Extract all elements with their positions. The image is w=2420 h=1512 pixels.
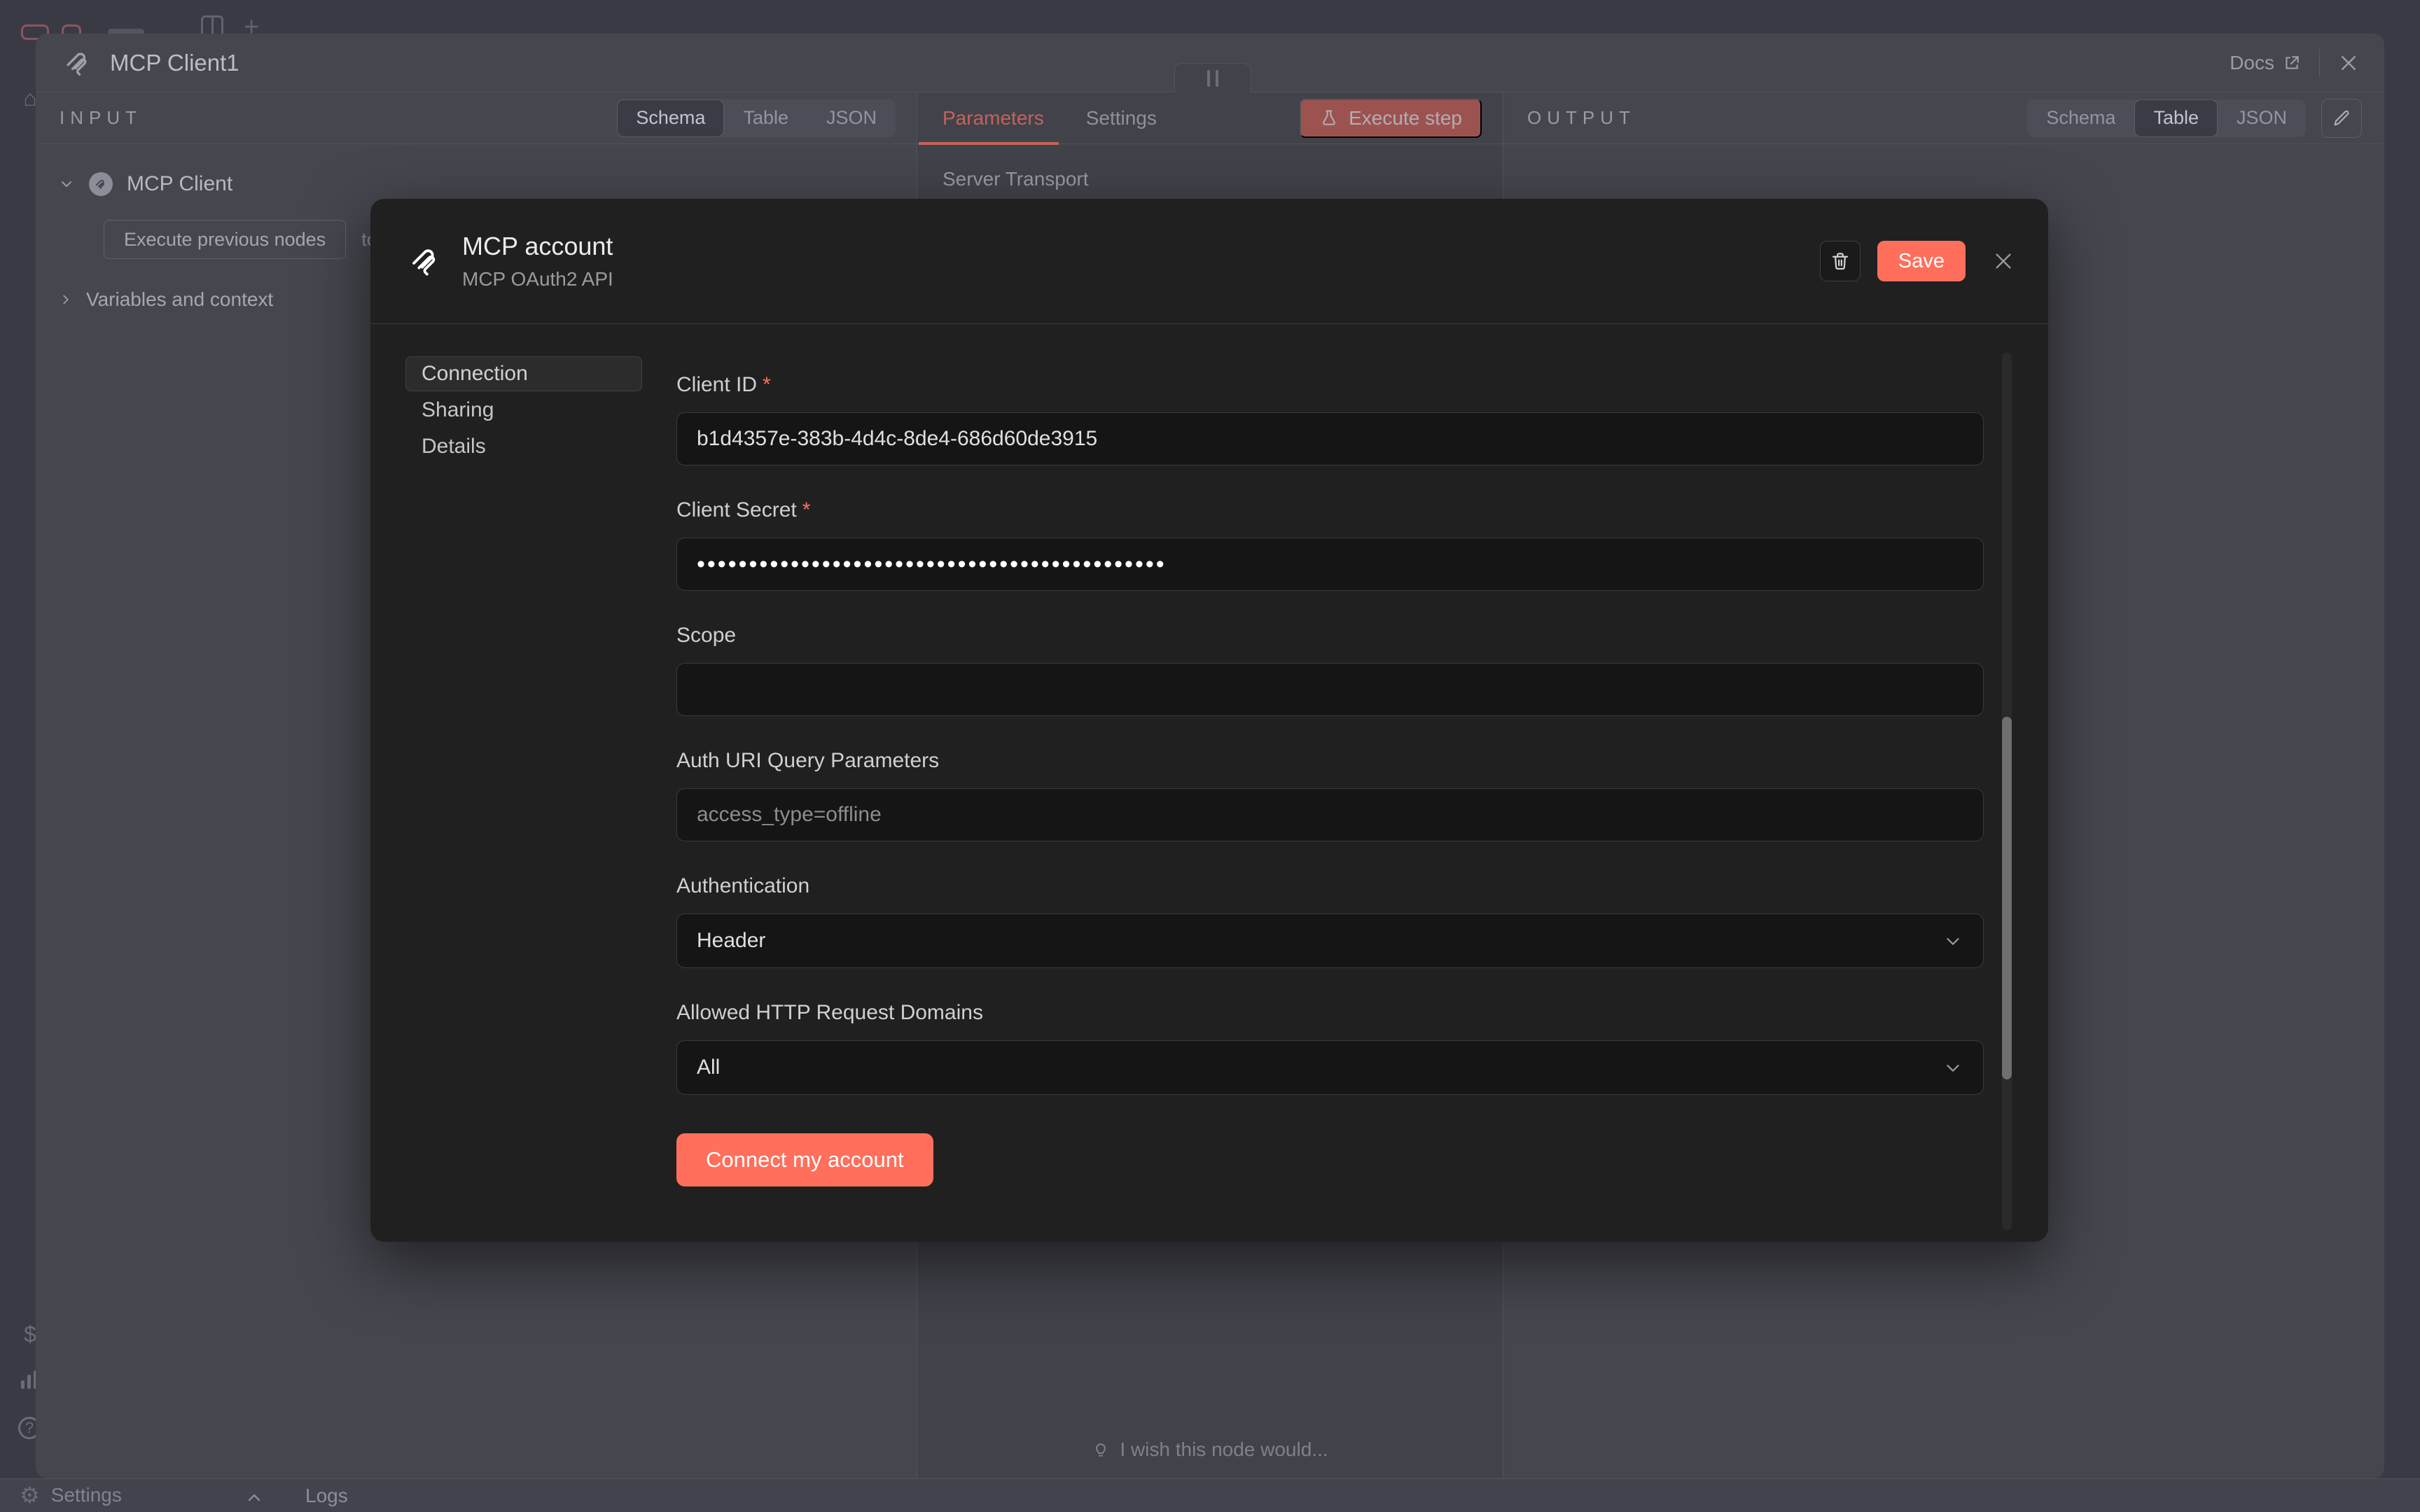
divider bbox=[2319, 49, 2320, 77]
client-id-label: Client ID* bbox=[676, 373, 1984, 397]
nav-item-connection[interactable]: Connection bbox=[405, 356, 642, 391]
output-panel-label: OUTPUT bbox=[1527, 107, 1636, 129]
required-asterisk: * bbox=[802, 498, 811, 522]
execute-step-button[interactable]: Execute step bbox=[1300, 99, 1482, 138]
modal-scrollbar-track[interactable] bbox=[2002, 353, 2012, 1231]
chevron-down-icon[interactable] bbox=[58, 176, 75, 192]
trash-icon bbox=[1830, 251, 1851, 272]
sidebar-item-settings[interactable]: ⚙ Settings bbox=[20, 1482, 122, 1508]
input-panel-label: INPUT bbox=[60, 107, 142, 129]
nav-item-details[interactable]: Details bbox=[405, 429, 642, 464]
docs-link[interactable]: Docs bbox=[2230, 52, 2301, 74]
scope-label: Scope bbox=[676, 624, 1984, 648]
pencil-icon bbox=[2332, 108, 2351, 128]
tab-input-table[interactable]: Table bbox=[724, 99, 807, 137]
input-node-row[interactable]: MCP Client bbox=[58, 172, 917, 196]
variables-label: Variables and context bbox=[86, 288, 273, 311]
wish-text: I wish this node would... bbox=[1120, 1438, 1328, 1461]
client-id-input[interactable] bbox=[676, 412, 1984, 465]
allowed-domains-value: All bbox=[697, 1056, 720, 1079]
credential-modal: MCP account MCP OAuth2 API Save Connecti… bbox=[370, 199, 2048, 1242]
tab-output-table[interactable]: Table bbox=[2134, 99, 2218, 137]
logs-expand-chevron-icon[interactable] bbox=[246, 1490, 262, 1506]
credential-title[interactable]: MCP account bbox=[462, 232, 613, 261]
delete-credential-button[interactable] bbox=[1820, 241, 1861, 281]
auth-uri-query-label: Auth URI Query Parameters bbox=[676, 749, 1984, 773]
chevron-down-icon bbox=[1942, 931, 1963, 952]
node-feedback-prompt[interactable]: I wish this node would... bbox=[917, 1438, 1503, 1461]
gear-icon: ⚙ bbox=[20, 1482, 40, 1508]
server-transport-label: Server Transport bbox=[943, 168, 1503, 190]
docs-label: Docs bbox=[2230, 52, 2274, 74]
insights-chart-icon bbox=[21, 1371, 37, 1389]
logs-panel-toggle[interactable]: Logs bbox=[305, 1485, 348, 1507]
tab-settings[interactable]: Settings bbox=[1086, 107, 1157, 130]
connect-account-button[interactable]: Connect my account bbox=[676, 1133, 933, 1186]
close-icon[interactable] bbox=[2338, 52, 2359, 74]
authentication-label: Authentication bbox=[676, 874, 1984, 898]
save-button[interactable]: Save bbox=[1877, 241, 1966, 281]
tab-output-schema[interactable]: Schema bbox=[2027, 99, 2134, 137]
client-secret-label: Client Secret* bbox=[676, 498, 1984, 522]
tab-parameters[interactable]: Parameters bbox=[943, 107, 1044, 130]
active-tab-underline bbox=[919, 142, 1059, 145]
execute-step-label: Execute step bbox=[1349, 107, 1462, 130]
authentication-select[interactable]: Header bbox=[676, 913, 1984, 968]
client-secret-input[interactable] bbox=[676, 538, 1984, 591]
required-asterisk: * bbox=[763, 373, 771, 396]
allowed-domains-select[interactable]: All bbox=[676, 1040, 1984, 1095]
modal-close-icon[interactable] bbox=[1992, 250, 2015, 272]
input-node-label: MCP Client bbox=[127, 172, 232, 196]
mcp-node-icon bbox=[64, 48, 93, 78]
authentication-value: Header bbox=[697, 929, 765, 953]
panel-drag-handle[interactable] bbox=[1174, 63, 1251, 92]
status-bar: ⚙ Settings Logs bbox=[0, 1478, 2420, 1512]
credential-subtitle: MCP OAuth2 API bbox=[462, 268, 613, 290]
tab-input-schema[interactable]: Schema bbox=[617, 99, 724, 137]
modal-scrollbar-thumb[interactable] bbox=[2002, 717, 2012, 1079]
node-title[interactable]: MCP Client1 bbox=[110, 50, 239, 76]
scope-input[interactable] bbox=[676, 663, 1984, 716]
credential-nav: Connection Sharing Details bbox=[370, 324, 676, 1241]
lightbulb-icon bbox=[1092, 1441, 1110, 1459]
mcp-node-circle-icon bbox=[89, 172, 113, 196]
execute-previous-nodes-button[interactable]: Execute previous nodes bbox=[104, 220, 346, 259]
auth-uri-query-input[interactable] bbox=[676, 788, 1984, 841]
external-link-icon bbox=[2283, 54, 2301, 72]
output-display-mode-tabs: Schema Table JSON bbox=[2027, 99, 2306, 137]
credential-form: Client ID* Client Secret* Scope Auth URI… bbox=[676, 324, 2048, 1241]
settings-label: Settings bbox=[51, 1484, 122, 1506]
chevron-down-icon bbox=[1942, 1058, 1963, 1079]
allowed-domains-label: Allowed HTTP Request Domains bbox=[676, 1001, 1984, 1025]
input-display-mode-tabs: Schema Table JSON bbox=[617, 99, 896, 137]
tab-output-json[interactable]: JSON bbox=[2218, 99, 2306, 137]
chevron-right-icon bbox=[58, 292, 74, 307]
flask-icon bbox=[1319, 108, 1339, 128]
edit-output-button[interactable] bbox=[2321, 99, 2362, 138]
nav-item-sharing[interactable]: Sharing bbox=[405, 393, 642, 428]
tab-input-json[interactable]: JSON bbox=[807, 99, 896, 137]
mcp-credential-icon bbox=[409, 244, 443, 278]
